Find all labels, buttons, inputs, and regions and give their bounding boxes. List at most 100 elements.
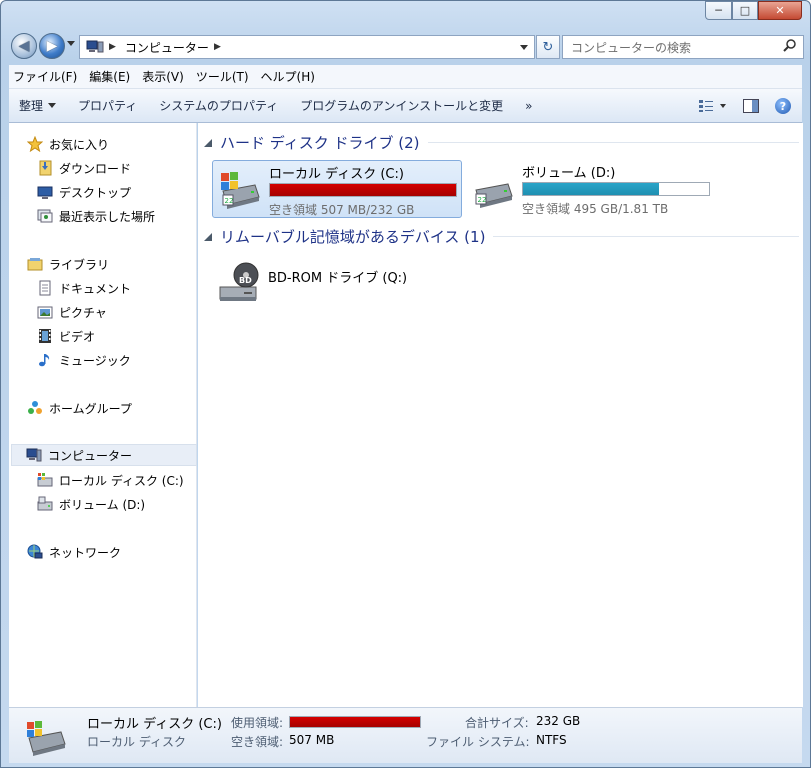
sidebar-item-libraries[interactable]: ライブラリ xyxy=(27,253,213,275)
command-bar: 整理 プロパティ システムのプロパティ プログラムのアンインストールと変更 » … xyxy=(9,89,802,123)
usage-fill xyxy=(523,183,659,195)
details-usage-bar xyxy=(289,716,421,728)
drive-tile-bd-rom[interactable]: BD BD-ROM ドライブ (Q:) xyxy=(212,253,462,311)
more-commands-button[interactable]: » xyxy=(525,99,532,113)
explorer-window: ─ □ ✕ ◀ ▶ ▶ コンピューター ▶ ↻ コンピューターの検索 ファイル(… xyxy=(0,0,811,768)
drive-icon: 22 xyxy=(470,168,514,210)
details-total-value: 232 GB xyxy=(536,714,581,728)
library-icon xyxy=(27,256,43,272)
drive-free-space: 空き領域 495 GB/1.81 TB xyxy=(522,202,669,216)
forward-arrow-icon: ▶ xyxy=(46,38,58,54)
sidebar-item-recent-places[interactable]: 最近表示した場所 xyxy=(37,205,223,227)
content-pane: ハード ディスク ドライブ (2) 22 ローカル ディスク (C:) 空き領域… xyxy=(198,123,803,707)
refresh-button[interactable]: ↻ xyxy=(536,35,560,59)
navigation-bar: ◀ ▶ ▶ コンピューター ▶ ↻ コンピューターの検索 xyxy=(9,33,804,61)
svg-text:22: 22 xyxy=(225,197,234,205)
sidebar-label: ビデオ xyxy=(59,329,96,344)
sidebar-item-documents[interactable]: ドキュメント xyxy=(37,277,223,299)
drive-tile-volume-d[interactable]: 22 ボリューム (D:) 空き領域 495 GB/1.81 TB xyxy=(466,160,726,218)
group-removable-storage[interactable]: リムーバブル記憶域があるデバイス (1) xyxy=(204,226,799,247)
music-note-icon xyxy=(37,352,53,368)
properties-button[interactable]: プロパティ xyxy=(78,97,137,114)
change-view-button[interactable] xyxy=(696,95,730,117)
search-input[interactable]: コンピューターの検索 xyxy=(571,39,783,56)
sidebar-label: ダウンロード xyxy=(59,161,132,176)
group-hard-disk-drives[interactable]: ハード ディスク ドライブ (2) xyxy=(204,132,799,153)
breadcrumb-separator-icon[interactable]: ▶ xyxy=(214,42,221,52)
star-icon xyxy=(26,135,44,153)
back-arrow-icon: ◀ xyxy=(18,38,30,54)
group-divider xyxy=(427,142,799,143)
sidebar-label: ドキュメント xyxy=(59,281,132,296)
group-heading: リムーバブル記憶域があるデバイス (1) xyxy=(220,228,486,246)
windows-drive-icon xyxy=(37,472,53,488)
sidebar-label: ミュージック xyxy=(59,353,131,368)
forward-button[interactable]: ▶ xyxy=(39,33,65,59)
system-properties-button[interactable]: システムのプロパティ xyxy=(159,97,278,114)
details-drive-name: ローカル ディスク (C:) xyxy=(87,717,222,732)
close-button[interactable]: ✕ xyxy=(758,1,802,20)
breadcrumb-computer[interactable]: コンピューター xyxy=(125,39,209,56)
sidebar-item-network[interactable]: ネットワーク xyxy=(27,541,213,563)
sidebar-item-videos[interactable]: ビデオ xyxy=(37,325,223,347)
computer-icon xyxy=(86,40,104,54)
details-used-label: 使用領域: xyxy=(231,716,284,730)
search-box[interactable]: コンピューターの検索 xyxy=(562,35,804,59)
sidebar-label: デスクトップ xyxy=(59,185,132,200)
windows-drive-icon xyxy=(23,716,67,758)
collapse-triangle-icon[interactable] xyxy=(204,138,212,147)
sidebar-label: コンピューター xyxy=(48,448,133,463)
view-controls: ? xyxy=(686,95,794,117)
sidebar-item-local-disk-c[interactable]: ローカル ディスク (C:) xyxy=(37,469,223,491)
menu-help[interactable]: ヘルプ(H) xyxy=(261,68,315,85)
group-divider xyxy=(493,236,799,237)
preview-pane-button[interactable] xyxy=(740,95,762,117)
sidebar-item-pictures[interactable]: ピクチャ xyxy=(37,301,223,323)
breadcrumb-separator-icon[interactable]: ▶ xyxy=(109,42,116,52)
back-button[interactable]: ◀ xyxy=(11,33,37,59)
maximize-button[interactable]: □ xyxy=(732,1,758,20)
pictures-icon xyxy=(37,304,53,320)
search-icon[interactable] xyxy=(783,38,803,56)
sidebar-label: ホームグループ xyxy=(49,401,132,416)
collapse-triangle-icon[interactable] xyxy=(204,232,212,241)
details-pane: ローカル ディスク (C:) ローカル ディスク 使用領域: 空き領域: 507… xyxy=(9,707,802,763)
drive-tile-local-disk-c[interactable]: 22 ローカル ディスク (C:) 空き領域 507 MB/232 GB xyxy=(212,160,462,218)
sidebar-item-volume-d[interactable]: ボリューム (D:) xyxy=(37,493,223,515)
menu-edit[interactable]: 編集(E) xyxy=(89,68,130,85)
usage-fill xyxy=(270,184,456,196)
sidebar-item-music[interactable]: ミュージック xyxy=(37,349,223,371)
sidebar-item-desktop[interactable]: デスクトップ xyxy=(37,181,223,203)
window-controls: ─ □ ✕ xyxy=(705,1,802,20)
details-filesystem-value: NTFS xyxy=(536,733,567,747)
sidebar-item-homegroup[interactable]: ホームグループ xyxy=(27,397,213,419)
sidebar-item-downloads[interactable]: ダウンロード xyxy=(37,157,223,179)
address-bar[interactable]: ▶ コンピューター ▶ xyxy=(79,35,535,59)
help-button[interactable]: ? xyxy=(772,95,794,117)
refresh-icon: ↻ xyxy=(542,39,554,55)
menu-view[interactable]: 表示(V) xyxy=(142,68,184,85)
history-dropdown-icon[interactable] xyxy=(67,41,75,46)
uninstall-program-button[interactable]: プログラムのアンインストールと変更 xyxy=(300,97,503,114)
homegroup-icon xyxy=(27,400,43,416)
details-filesystem-label: ファイル システム: xyxy=(426,735,530,749)
navigation-pane: お気に入り ダウンロード デスクトップ 最近表示した場所 ライブラリ ドキュメン… xyxy=(9,123,197,707)
sidebar-item-favorites[interactable]: お気に入り xyxy=(26,133,213,155)
organize-button[interactable]: 整理 xyxy=(19,97,57,114)
sidebar-label: ローカル ディスク (C:) xyxy=(59,473,184,488)
svg-text:22: 22 xyxy=(478,196,487,204)
usage-fill xyxy=(290,717,420,727)
minimize-button[interactable]: ─ xyxy=(705,1,732,20)
sidebar-label: ピクチャ xyxy=(59,305,107,320)
sidebar-label: お気に入り xyxy=(49,137,110,152)
address-dropdown-icon[interactable] xyxy=(520,45,528,50)
computer-icon xyxy=(26,447,42,463)
sidebar-item-computer[interactable]: コンピューター xyxy=(11,444,197,466)
sidebar-label: ライブラリ xyxy=(49,257,110,272)
details-free-value: 507 MB xyxy=(289,733,335,747)
menu-tools[interactable]: ツール(T) xyxy=(196,68,249,85)
menu-file[interactable]: ファイル(F) xyxy=(13,68,77,85)
details-free-label: 空き領域: xyxy=(231,735,284,749)
drive-icon xyxy=(37,496,53,512)
windows-drive-icon: 22 xyxy=(217,169,261,211)
